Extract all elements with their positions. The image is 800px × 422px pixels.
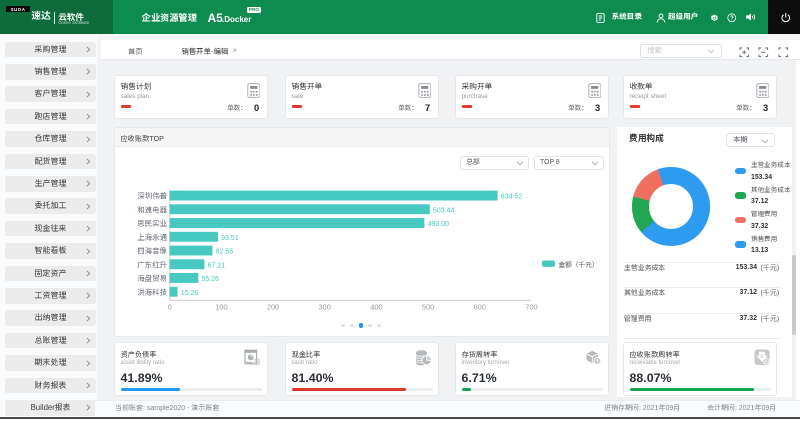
svg-text:503.44: 503.44 xyxy=(433,207,455,214)
svg-text:100: 100 xyxy=(215,303,227,312)
svg-text:400: 400 xyxy=(370,303,382,312)
svg-text:思民实业: 思民实业 xyxy=(137,219,167,228)
svg-text:广东红升: 广东红升 xyxy=(137,260,167,269)
svg-text:金额（千元）: 金额（千元） xyxy=(559,261,599,269)
svg-text:634.52: 634.52 xyxy=(501,194,523,201)
svg-text:深圳伟普: 深圳伟普 xyxy=(137,192,167,201)
svg-text:493.00: 493.00 xyxy=(428,221,450,228)
svg-text:82.55: 82.55 xyxy=(216,249,234,256)
svg-text:500: 500 xyxy=(422,303,434,312)
svg-text:上海永通: 上海永通 xyxy=(137,233,167,242)
svg-text:600: 600 xyxy=(474,303,486,312)
svg-text:0: 0 xyxy=(168,303,172,312)
svg-text:55.26: 55.26 xyxy=(202,276,220,283)
svg-text:15.26: 15.26 xyxy=(181,290,199,297)
svg-text:和速电器: 和速电器 xyxy=(137,205,167,214)
svg-text:93.51: 93.51 xyxy=(221,235,239,242)
svg-text:700: 700 xyxy=(525,303,537,312)
svg-text:67.21: 67.21 xyxy=(208,262,226,269)
svg-text:洪海科技: 洪海科技 xyxy=(137,288,167,297)
svg-text:四海音像: 四海音像 xyxy=(137,247,167,256)
svg-text:300: 300 xyxy=(319,303,331,312)
svg-text:海盘贸易: 海盘贸易 xyxy=(137,274,167,283)
svg-text:200: 200 xyxy=(267,303,279,312)
